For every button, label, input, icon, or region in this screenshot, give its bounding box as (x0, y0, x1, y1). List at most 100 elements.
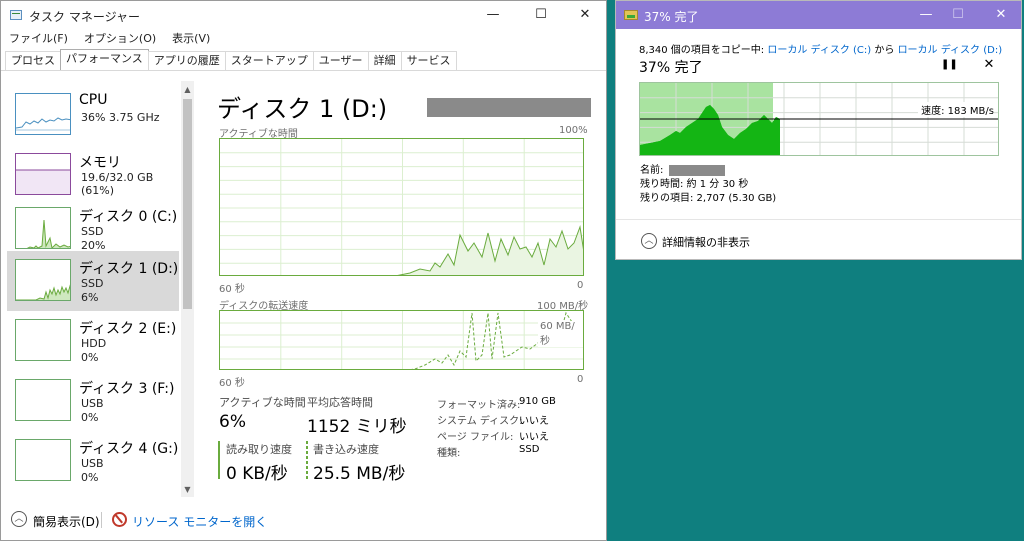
page-file-value: いいえ (519, 432, 549, 443)
active-time-graph-min: 0 (577, 280, 584, 291)
scrollbar-thumb[interactable] (183, 99, 192, 309)
read-speed-label: 読み取り速度 (226, 443, 292, 456)
sidebar-item-name: メモリ (79, 155, 121, 171)
system-disk-label: システム ディスク: (437, 416, 523, 427)
pause-icon[interactable]: ❚❚ (941, 59, 958, 73)
copy-percent: 37% 完了 (639, 60, 703, 76)
close-button[interactable]: ✕ (562, 1, 606, 29)
sidebar-item-detail: SSD (81, 225, 104, 238)
cpu-thumbnail-graph (15, 93, 71, 135)
avg-response-label: 平均応答時間 (307, 396, 373, 409)
menu-options[interactable]: オプション(O) (84, 30, 156, 48)
type-label: 種類: (437, 448, 461, 459)
sidebar-item-usage: 0% (81, 411, 99, 424)
write-speed-label: 書き込み速度 (313, 443, 379, 456)
copy-dialog-title: 37% 完了 (644, 10, 699, 24)
active-time-graph (219, 138, 584, 276)
tab-details[interactable]: 詳細 (367, 51, 402, 70)
memory-thumbnail-graph (15, 153, 71, 195)
copy-details: 名前: 残り時間: 約 1 分 30 秒 残りの項目: 2,707 (5.30 … (640, 164, 776, 206)
sidebar-item-cpu[interactable]: CPU 36% 3.75 GHz (7, 85, 179, 145)
sidebar-item-name: ディスク 3 (F:) (79, 381, 175, 397)
active-time-label: アクティブな時間 (219, 396, 306, 409)
system-disk-value: いいえ (519, 416, 549, 427)
tab-users[interactable]: ユーザー (312, 51, 369, 70)
sidebar-item-disk-1[interactable]: ディスク 1 (D:) SSD 6% (7, 251, 179, 311)
copy-name-label: 名前: (640, 165, 664, 176)
read-speed-value: 0 KB/秒 (226, 464, 288, 484)
sidebar-item-disk-0[interactable]: ディスク 0 (C:) SSD 20% (7, 199, 179, 259)
sidebar-item-usage: 0% (81, 471, 99, 484)
maximize-button[interactable]: ☐ (518, 1, 564, 29)
sidebar-item-name: ディスク 0 (C:) (79, 209, 178, 225)
transfer-rate-graph: 60 MB/秒 (219, 310, 584, 370)
maximize-button: ☐ (952, 7, 964, 22)
sidebar-item-detail: USB (81, 397, 104, 410)
write-speed-value: 25.5 MB/秒 (313, 464, 406, 484)
footer-divider (101, 512, 102, 528)
task-manager-window: タスク マネージャー — ☐ ✕ ファイル(F) オプション(O) 表示(V) プロ… (0, 0, 607, 541)
task-manager-titlebar: タスク マネージャー — ☐ ✕ (1, 1, 606, 29)
sidebar-item-memory[interactable]: メモリ 19.6/32.0 GB (61%) (7, 145, 179, 205)
type-value: SSD (519, 444, 540, 455)
tab-app-history[interactable]: アプリの履歴 (147, 51, 226, 70)
copy-file-name-row: 名前: (640, 164, 776, 178)
tab-startup[interactable]: スタートアップ (224, 51, 314, 70)
formatted-value: 910 GB (519, 396, 556, 407)
copy-description: 8,340 個の項目をコピー中: ローカル ディスク (C:) から ローカル … (639, 41, 1002, 56)
sidebar-item-disk-3[interactable]: ディスク 3 (F:) USB 0% (7, 371, 179, 431)
window-title: タスク マネージャー (29, 10, 140, 24)
sidebar-item-disk-2[interactable]: ディスク 2 (E:) HDD 0% (7, 311, 179, 371)
formatted-label: フォーマット済み: (437, 400, 521, 411)
transfer-graph-xlabel: 60 秒 (219, 378, 245, 389)
from-text: から (874, 45, 895, 56)
tab-processes[interactable]: プロセス (5, 51, 61, 70)
fewer-details-button[interactable]: 詳細情報の非表示 (662, 234, 750, 250)
resource-monitor-icon[interactable] (112, 512, 127, 527)
source-link[interactable]: ローカル ディスク (C:) (767, 45, 871, 56)
disk2-thumbnail-graph (15, 319, 71, 361)
sidebar-item-usage: 6% (81, 291, 99, 304)
active-time-graph-max: 100% (559, 125, 588, 136)
menu-view[interactable]: 表示(V) (172, 30, 210, 48)
scroll-up-icon[interactable]: ▲ (181, 83, 194, 97)
sidebar-item-detail: 36% 3.75 GHz (81, 111, 160, 124)
fewer-details-button[interactable]: 簡易表示(D) (33, 513, 100, 530)
sidebar-item-detail: SSD (81, 277, 104, 290)
scroll-down-icon[interactable]: ▼ (181, 483, 194, 497)
sidebar-item-detail: USB (81, 457, 104, 470)
sidebar-item-name: CPU (79, 92, 108, 108)
tab-services[interactable]: サービス (400, 51, 457, 70)
sidebar-item-disk-4[interactable]: ディスク 4 (G:) USB 0% (7, 431, 179, 491)
sidebar-item-detail: 19.6/32.0 GB (61%) (81, 171, 154, 197)
disk3-thumbnail-graph (15, 379, 71, 421)
tab-performance[interactable]: パフォーマンス (60, 49, 149, 70)
transfer-graph-min: 0 (577, 374, 584, 385)
copy-time-remaining: 残り時間: 約 1 分 30 秒 (640, 179, 749, 190)
chevron-up-icon[interactable]: ︿ (11, 511, 27, 527)
file-copy-dialog: 37% 完了 — ☐ ✕ 8,340 個の項目をコピー中: ローカル ディスク … (615, 0, 1022, 260)
task-manager-icon (10, 10, 22, 20)
copy-speed-graph: 速度: 183 MB/s (639, 82, 999, 156)
disk0-thumbnail-graph (15, 207, 71, 249)
read-speed-indicator (218, 441, 220, 479)
minimize-button[interactable]: — (470, 1, 516, 29)
menu-bar: ファイル(F) オプション(O) 表示(V) (1, 30, 218, 48)
active-time-value: 6% (219, 412, 246, 432)
destination-link[interactable]: ローカル ディスク (D:) (898, 45, 1003, 56)
sidebar-scrollbar[interactable]: ▲ ▼ (181, 81, 194, 497)
sidebar-item-name: ディスク 4 (G:) (79, 441, 179, 457)
sidebar-item-name: ディスク 2 (E:) (79, 321, 177, 337)
sidebar-item-detail: HDD (81, 337, 107, 350)
copy-speed: 速度: 183 MB/s (918, 102, 994, 117)
task-manager-footer: ︿ 簡易表示(D) リソース モニターを開く (1, 506, 606, 534)
disk1-thumbnail-graph (15, 259, 71, 301)
cancel-icon[interactable]: ✕ (982, 57, 996, 72)
menu-file[interactable]: ファイル(F) (9, 30, 68, 48)
disk-title: ディスク 1 (D:) (217, 95, 388, 123)
close-button[interactable]: ✕ (978, 1, 1021, 29)
write-speed-indicator (306, 441, 308, 479)
chevron-up-icon[interactable]: ︿ (641, 233, 657, 249)
copy-count-text: 8,340 個の項目をコピー中: (639, 45, 765, 56)
open-resource-monitor-link[interactable]: リソース モニターを開く (132, 513, 267, 530)
